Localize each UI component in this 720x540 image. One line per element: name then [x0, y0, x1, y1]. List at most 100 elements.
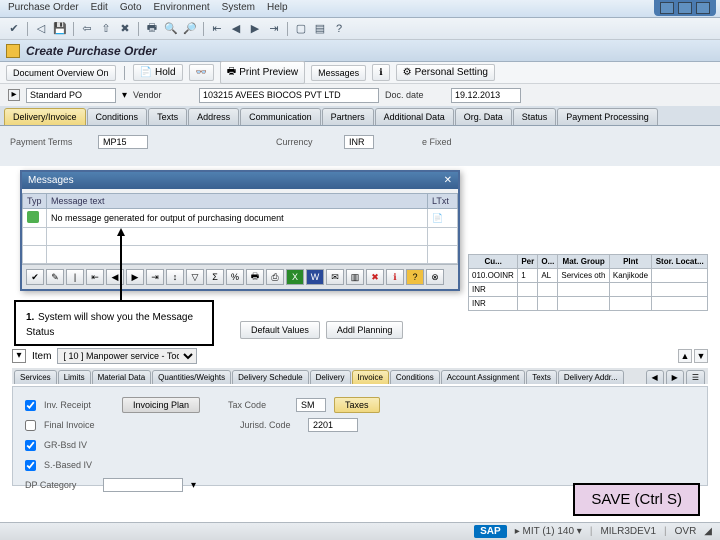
tab-qty[interactable]: Quantities/Weights: [152, 370, 231, 384]
taxcode-field[interactable]: [296, 398, 326, 412]
menu-system[interactable]: System: [222, 2, 255, 15]
tab-address[interactable]: Address: [188, 108, 239, 125]
fb-print-icon[interactable]: 🖶: [246, 269, 264, 285]
addl-planning-button[interactable]: Addl Planning: [326, 321, 404, 339]
collapse-header-icon[interactable]: ▸: [8, 89, 20, 101]
fb-cancel-icon[interactable]: ⊗: [426, 269, 444, 285]
fb-graph-icon[interactable]: ▥: [346, 269, 364, 285]
first-icon[interactable]: ⇤: [209, 21, 225, 37]
tab-conditions[interactable]: Conditions: [87, 108, 148, 125]
tab-additional[interactable]: Additional Data: [375, 108, 454, 125]
menu-goto[interactable]: Goto: [120, 2, 142, 15]
findnext-icon[interactable]: 🔎: [182, 21, 198, 37]
item-next-icon[interactable]: ▼: [694, 349, 708, 363]
fb-total-icon[interactable]: %: [226, 269, 244, 285]
fb-del-icon[interactable]: ✖: [366, 269, 384, 285]
tab-matdata[interactable]: Material Data: [92, 370, 152, 384]
layout-icon[interactable]: ▤: [312, 21, 328, 37]
check-button[interactable]: 👓: [189, 64, 214, 81]
tab-limits[interactable]: Limits: [58, 370, 91, 384]
fb-edit-icon[interactable]: ✎: [46, 269, 64, 285]
grid-row[interactable]: INR: [469, 283, 708, 297]
vendor-field[interactable]: [199, 88, 379, 103]
tab-account[interactable]: Account Assignment: [441, 370, 525, 384]
nav-cancel-icon[interactable]: ✖: [117, 21, 133, 37]
help-icon[interactable]: ?: [331, 21, 347, 37]
fb-check-icon[interactable]: ✔: [26, 269, 44, 285]
prev-icon[interactable]: ◀: [228, 21, 244, 37]
tab-list-icon[interactable]: ☰: [686, 370, 705, 384]
grbased-checkbox[interactable]: [25, 440, 36, 451]
next-icon[interactable]: ▶: [247, 21, 263, 37]
print-preview-button[interactable]: 🖶Print Preview: [220, 61, 305, 84]
tab-delivery-invoice[interactable]: Delivery/Invoice: [4, 108, 86, 125]
nav-back-icon[interactable]: ⇦: [79, 21, 95, 37]
tab-payment[interactable]: Payment Processing: [557, 108, 658, 125]
tab-status[interactable]: Status: [513, 108, 557, 125]
menu-env[interactable]: Environment: [154, 2, 210, 15]
currency-field[interactable]: [344, 135, 374, 149]
finalinv-checkbox[interactable]: [25, 420, 36, 431]
tab-services[interactable]: Services: [14, 370, 57, 384]
info-button[interactable]: ℹ: [372, 64, 389, 81]
minimize-icon[interactable]: [660, 2, 674, 14]
grid-row[interactable]: 010.OOINR1ALServices othKanjikode: [469, 269, 708, 283]
fb-help-icon[interactable]: ?: [406, 269, 424, 285]
resize-grip-icon[interactable]: ◢: [704, 526, 712, 537]
tab-texts[interactable]: Texts: [148, 108, 187, 125]
personal-setting-button[interactable]: ⚙Personal Setting: [396, 64, 495, 81]
tab-delivery[interactable]: Delivery: [310, 370, 351, 384]
dpcat-field[interactable]: [103, 478, 183, 492]
last-icon[interactable]: ⇥: [266, 21, 282, 37]
srbased-checkbox[interactable]: [25, 460, 36, 471]
check-icon[interactable]: ✔: [6, 21, 22, 37]
tab-scroll-right[interactable]: ▶: [666, 370, 684, 384]
tab-delsched[interactable]: Delivery Schedule: [232, 370, 308, 384]
grid-row[interactable]: INR: [469, 297, 708, 311]
back-icon[interactable]: ◁: [33, 21, 49, 37]
docdate-field[interactable]: [451, 88, 521, 103]
tab-cond2[interactable]: Conditions: [390, 370, 440, 384]
menu-po[interactable]: Purchase Order: [8, 2, 79, 15]
fb-info-icon[interactable]: ℹ: [386, 269, 404, 285]
tab-scroll-left[interactable]: ◀: [646, 370, 664, 384]
doctype-field[interactable]: [26, 88, 116, 103]
close-popup-icon[interactable]: ✕: [444, 175, 452, 186]
print-icon[interactable]: 🖶: [144, 21, 160, 37]
default-values-button[interactable]: Default Values: [240, 321, 320, 339]
fb-excel-icon[interactable]: X: [286, 269, 304, 285]
tab-partners[interactable]: Partners: [322, 108, 374, 125]
invrec-checkbox[interactable]: [25, 400, 36, 411]
fb-filter-icon[interactable]: ▽: [186, 269, 204, 285]
tab-invoice[interactable]: Invoice: [352, 370, 389, 384]
window-controls[interactable]: [654, 0, 716, 16]
find-icon[interactable]: 🔍: [163, 21, 179, 37]
fb-last-icon[interactable]: ⇥: [146, 269, 164, 285]
restore-icon[interactable]: [678, 2, 692, 14]
menu-edit[interactable]: Edit: [91, 2, 108, 15]
fb-export-icon[interactable]: ⎙: [266, 269, 284, 285]
item-prev-icon[interactable]: ▲: [678, 349, 692, 363]
create-icon[interactable]: ▢: [293, 21, 309, 37]
tab-communication[interactable]: Communication: [240, 108, 321, 125]
fb-next-icon[interactable]: ▶: [126, 269, 144, 285]
fb-sum-icon[interactable]: Σ: [206, 269, 224, 285]
ltxt-cell[interactable]: 📄: [428, 209, 458, 228]
tab-deladdr[interactable]: Delivery Addr...: [558, 370, 624, 384]
tab-texts2[interactable]: Texts: [526, 370, 557, 384]
invoicing-plan-button[interactable]: Invoicing Plan: [122, 397, 200, 413]
message-row[interactable]: No message generated for output of purch…: [23, 209, 458, 228]
hold-button[interactable]: 📄Hold: [133, 64, 183, 81]
payterms-field[interactable]: [98, 135, 148, 149]
close-icon[interactable]: [696, 2, 710, 14]
collapse-item-icon[interactable]: ▾: [12, 349, 26, 363]
nav-exit-icon[interactable]: ⇧: [98, 21, 114, 37]
dropdown-icon[interactable]: ▾: [122, 90, 127, 101]
fb-mail-icon[interactable]: ✉: [326, 269, 344, 285]
taxes-button[interactable]: Taxes: [334, 397, 380, 413]
menu-help[interactable]: Help: [267, 2, 288, 15]
doc-overview-button[interactable]: Document Overview On: [6, 65, 116, 81]
fb-sort-icon[interactable]: ↕: [166, 269, 184, 285]
fb-first-icon[interactable]: ⇤: [86, 269, 104, 285]
fb-word-icon[interactable]: W: [306, 269, 324, 285]
